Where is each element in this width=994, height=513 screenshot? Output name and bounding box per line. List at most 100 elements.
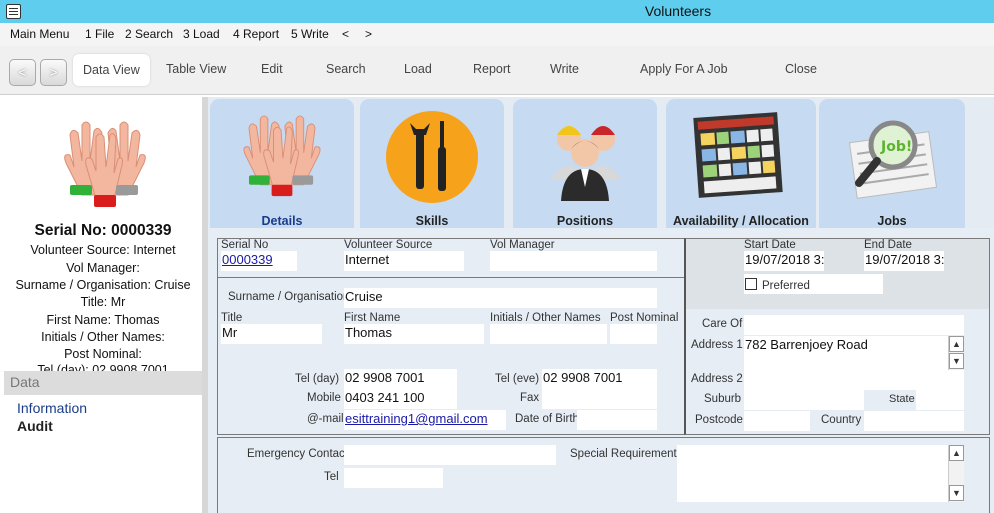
email-field[interactable]: esittraining1@gmail.com	[344, 410, 506, 430]
tab-availability-label: Availability / Allocation	[673, 214, 809, 228]
tab-positions-label: Positions	[556, 214, 614, 228]
menu-report[interactable]: 4 Report	[233, 27, 279, 41]
scroll-up-icon[interactable]: ▲	[949, 336, 964, 352]
details-form: Serial No 0000339 Volunteer Source Inter…	[208, 228, 994, 513]
summary-overflow-clip: Tel (day): 02 9908 7001	[4, 363, 202, 371]
tab-details-label: Details	[261, 214, 303, 228]
data-view-button[interactable]: Data View	[73, 54, 150, 86]
tab-positions[interactable]: Positions	[513, 99, 657, 228]
vol-manager-field[interactable]	[490, 251, 657, 271]
post-nominal-label: Post Nominal	[610, 312, 679, 324]
first-name-field[interactable]: Thomas	[344, 324, 484, 344]
report-button[interactable]: Report	[473, 62, 511, 76]
tab-skills[interactable]: Skills	[360, 99, 504, 228]
fax-field[interactable]	[542, 389, 657, 409]
summary-initials: Initials / Other Names:	[41, 330, 165, 344]
start-date-label: Start Date	[744, 239, 796, 251]
tel-eve-label: Tel (eve)	[495, 373, 540, 385]
address-1-scrollbar[interactable]: ▲ ▼	[948, 336, 964, 370]
mobile-field[interactable]: 0403 241 100	[344, 389, 457, 409]
summary-surname: Surname / Organisation: Cruise	[15, 278, 191, 292]
address-2-label: Address 2	[691, 373, 743, 385]
suburb-field[interactable]	[744, 390, 864, 410]
menu-back[interactable]: <	[342, 27, 349, 41]
back-button[interactable]: <	[9, 59, 36, 86]
table-view-button[interactable]: Table View	[166, 62, 226, 76]
address-2-field[interactable]	[744, 370, 964, 390]
tab-details[interactable]: Details	[210, 99, 354, 228]
email-link[interactable]: esittraining1@gmail.com	[345, 411, 488, 426]
search-button[interactable]: Search	[326, 62, 366, 76]
sidebar-item-audit[interactable]: Audit	[17, 418, 53, 434]
preferred-label: Preferred	[762, 280, 810, 292]
serial-no-link[interactable]: 0000339	[222, 252, 273, 267]
scroll-up-icon[interactable]: ▲	[949, 445, 964, 461]
close-button[interactable]: Close	[785, 62, 817, 76]
special-requirements-label: Special Requirements	[570, 448, 683, 460]
tab-availability-allocation[interactable]: Availability / Allocation	[666, 99, 816, 228]
address-1-label: Address 1	[691, 339, 743, 351]
country-label: Country	[821, 414, 862, 426]
title-field[interactable]: Mr	[221, 324, 322, 344]
state-field[interactable]	[916, 390, 964, 410]
summary-first-name: First Name: Thomas	[46, 313, 160, 327]
apply-for-a-job-button[interactable]: Apply For A Job	[640, 62, 728, 76]
scroll-down-icon[interactable]: ▼	[949, 485, 964, 501]
serial-no-field[interactable]: 0000339	[221, 251, 297, 271]
volunteer-hands-icon	[64, 121, 146, 207]
postcode-label: Postcode	[695, 414, 743, 426]
care-of-label: Care Of	[702, 318, 743, 330]
address-1-value: 782 Barrenjoey Road	[745, 337, 868, 352]
country-field[interactable]	[864, 411, 964, 431]
postcode-field[interactable]	[744, 411, 810, 431]
summary-manager: Vol Manager:	[66, 261, 140, 275]
svg-text:Job!: Job!	[880, 139, 912, 155]
preferred-field: Preferred	[744, 274, 883, 294]
volunteer-source-field[interactable]: Internet	[344, 251, 464, 271]
post-nominal-field[interactable]	[610, 324, 657, 344]
tel-day-field[interactable]: 02 9908 7001	[344, 369, 457, 389]
volunteer-hands-icon	[243, 115, 321, 197]
menu-search[interactable]: 2 Search	[125, 27, 173, 41]
end-date-field[interactable]: 19/07/2018 3:	[864, 251, 944, 271]
tab-jobs[interactable]: Job! Jobs	[819, 99, 965, 228]
calendar-schedule-icon	[693, 112, 783, 198]
preferred-checkbox[interactable]	[745, 278, 757, 290]
date-of-birth-field[interactable]	[577, 410, 657, 430]
address-1-field[interactable]: 782 Barrenjoey Road ▲ ▼	[744, 336, 964, 370]
emergency-contact-field[interactable]	[344, 445, 556, 465]
emergency-tel-field[interactable]	[344, 468, 443, 488]
menu-main[interactable]: Main Menu	[10, 27, 69, 41]
write-button[interactable]: Write	[550, 62, 579, 76]
menu-write[interactable]: 5 Write	[291, 27, 329, 41]
initials-field[interactable]	[490, 324, 607, 344]
menu-forward[interactable]: >	[365, 27, 372, 41]
title-bar: Volunteers	[0, 0, 994, 23]
serial-no-label: Serial No	[221, 239, 269, 251]
load-button[interactable]: Load	[404, 62, 432, 76]
forward-button[interactable]: >	[40, 59, 67, 86]
menu-file[interactable]: 1 File	[85, 27, 114, 41]
summary-post-nominal: Post Nominal:	[64, 347, 142, 361]
care-of-field[interactable]	[744, 315, 964, 335]
window-title: Volunteers	[644, 3, 712, 19]
tel-eve-field[interactable]: 02 9908 7001	[542, 369, 657, 389]
suburb-label: Suburb	[704, 393, 742, 405]
special-requirements-scrollbar[interactable]: ▲ ▼	[948, 445, 964, 502]
special-requirements-field[interactable]: ▲ ▼	[677, 445, 964, 502]
emergency-tel-label: Tel	[324, 471, 339, 483]
menu-load[interactable]: 3 Load	[183, 27, 220, 41]
scroll-down-icon[interactable]: ▼	[949, 353, 964, 369]
sidebar-item-information[interactable]: Information	[17, 400, 87, 416]
surname-field[interactable]: Cruise	[344, 288, 657, 308]
state-label-cell: State	[864, 390, 916, 410]
end-date-label: End Date	[864, 239, 912, 251]
start-date-field[interactable]: 19/07/2018 3:	[744, 251, 824, 271]
vol-manager-label: Vol Manager	[490, 239, 555, 251]
emergency-contact-label: Emergency Contact	[247, 448, 348, 460]
email-label: @-mail	[307, 413, 344, 425]
summary-source: Volunteer Source: Internet	[30, 243, 176, 257]
edit-button[interactable]: Edit	[261, 62, 283, 76]
forward-arrow-icon: >	[49, 64, 58, 80]
jobs-magnifier-icon: Job!	[848, 120, 938, 199]
